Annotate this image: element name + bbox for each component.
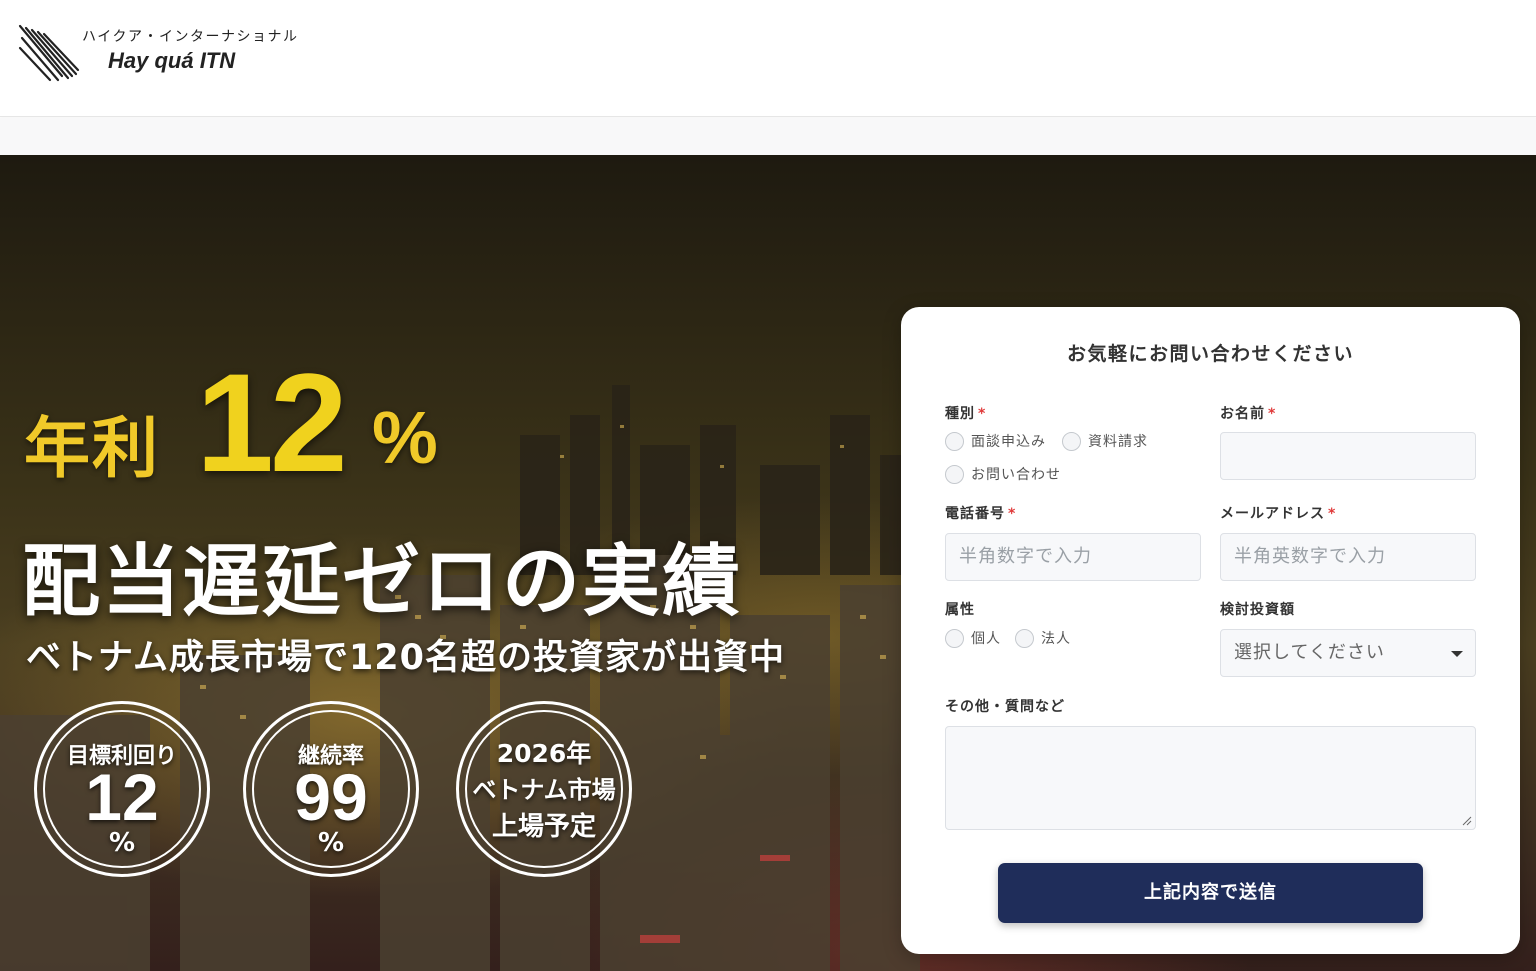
- radio-corporation[interactable]: 法人: [1015, 628, 1071, 648]
- badge-label: 継続率: [297, 744, 364, 769]
- radio-label: 面談申込み: [971, 434, 1046, 450]
- radio-circle[interactable]: [945, 431, 964, 451]
- phone-field[interactable]: 半角数字で入力: [945, 533, 1201, 581]
- badge-number: 12: [85, 760, 159, 834]
- attribute-label: 属性: [945, 602, 975, 618]
- badge-unit: %: [317, 828, 345, 858]
- badge-line: ベトナム市場: [472, 776, 616, 804]
- radio-brochure[interactable]: 資料請求: [1062, 431, 1148, 451]
- sub-copy: ベトナム成長市場で120名超の投資家が出資中: [26, 638, 786, 678]
- badge-retention-rate: 継続率 99 %: [243, 701, 419, 877]
- phone-label-text: 電話番号: [945, 506, 1005, 522]
- email-field[interactable]: 半角英数字で入力: [1220, 533, 1476, 581]
- badge-line: 2026年: [496, 739, 592, 768]
- required-mark: *: [1328, 506, 1337, 522]
- name-label-text: お名前: [1220, 406, 1265, 422]
- type-label-text: 種別: [945, 406, 975, 422]
- logo-name: Hay quá ITN: [108, 48, 236, 73]
- badge-label: 目標利回り: [66, 744, 177, 769]
- required-mark: *: [1268, 406, 1277, 422]
- other-label: その他・質問など: [945, 699, 1065, 715]
- name-field[interactable]: [1220, 432, 1476, 480]
- caret-down-icon: [1451, 651, 1463, 657]
- email-label: メールアドレス *: [1220, 503, 1336, 523]
- form-title: お気軽にお問い合わせください: [1066, 343, 1354, 365]
- header-spacer: [0, 118, 1536, 155]
- headline-number: 12: [196, 344, 348, 501]
- badge-target-yield: 目標利回り 12 %: [34, 701, 210, 877]
- badge-listing-plan: 2026年 ベトナム市場 上場予定: [456, 701, 632, 877]
- site-logo[interactable]: ハイクア・インターナショナル Hay quá ITN: [18, 22, 308, 82]
- radio-label: 個人: [971, 631, 1001, 647]
- main-copy: 配当遅延ゼロの実績: [22, 537, 743, 627]
- radio-inquiry[interactable]: お問い合わせ: [945, 464, 1061, 484]
- amount-select[interactable]: 選択してください: [1220, 629, 1476, 677]
- submit-button[interactable]: 上記内容で送信: [998, 863, 1423, 923]
- radio-circle[interactable]: [1062, 431, 1081, 451]
- other-textarea[interactable]: [945, 726, 1476, 830]
- radio-label: お問い合わせ: [971, 467, 1061, 483]
- logo-stripes-icon: [18, 24, 80, 82]
- radio-individual[interactable]: 個人: [945, 628, 1001, 648]
- radio-label: 資料請求: [1088, 434, 1148, 450]
- badge-number: 99: [294, 760, 368, 834]
- contact-form: お気軽にお問い合わせください 種別 * 面談申込み 資料請求 お問い合わせ お名前…: [901, 307, 1520, 954]
- required-mark: *: [978, 406, 987, 422]
- badge-unit: %: [108, 828, 136, 858]
- resize-handle-icon[interactable]: [1462, 816, 1472, 826]
- radio-circle[interactable]: [945, 628, 964, 648]
- radio-circle[interactable]: [1015, 628, 1034, 648]
- email-label-text: メールアドレス: [1220, 506, 1325, 522]
- name-label: お名前 *: [1220, 403, 1276, 423]
- type-label: 種別 *: [945, 403, 986, 423]
- amount-label: 検討投資額: [1220, 602, 1295, 618]
- phone-label: 電話番号 *: [945, 503, 1016, 523]
- radio-interview[interactable]: 面談申込み: [945, 431, 1046, 451]
- site-header: ハイクア・インターナショナル Hay quá ITN: [0, 0, 1536, 117]
- logo-kana: ハイクア・インターナショナル: [82, 29, 299, 45]
- amount-selected-value: 選択してください: [1234, 642, 1385, 663]
- required-mark: *: [1008, 506, 1017, 522]
- radio-circle[interactable]: [945, 464, 964, 484]
- headline-prefix: 年利: [24, 410, 160, 487]
- radio-label: 法人: [1041, 631, 1071, 647]
- badge-line: 上場予定: [491, 812, 596, 842]
- headline-unit: %: [372, 396, 438, 479]
